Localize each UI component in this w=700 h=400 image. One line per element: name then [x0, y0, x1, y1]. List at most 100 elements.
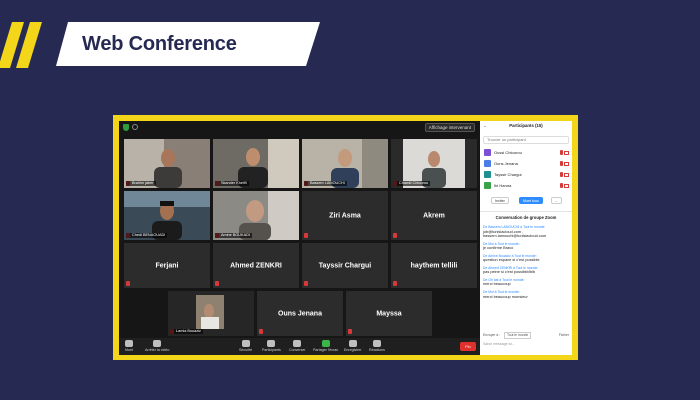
security-button[interactable]: Sécurité: [239, 340, 252, 352]
share-label: Partager l'écran: [313, 348, 339, 352]
participant-row-name: Ouns Jenana: [494, 161, 518, 166]
participant-row[interactable]: Tayssir Chargui: [483, 169, 569, 180]
participant-name: Ouns Jenana: [278, 310, 322, 317]
banner-title: Web Conference: [82, 33, 237, 55]
reaction-smiley-icon: [372, 340, 381, 347]
participant-name: Mayssa: [376, 310, 402, 317]
video-tile[interactable]: Lamia Bouaziz: [168, 291, 254, 336]
participant-name-label: Lamia Bouaziz: [170, 329, 203, 334]
chat-message: De Moi à Tout le monde: je confirme Brav…: [483, 242, 569, 251]
avatar: [484, 171, 491, 178]
recipient-select[interactable]: Tout le monde: [504, 332, 532, 339]
participant-row[interactable]: Ibi Hamra: [483, 180, 569, 191]
mic-muted-icon: [126, 281, 130, 286]
chat-label: Converser: [289, 348, 306, 352]
file-button[interactable]: Fichier: [559, 333, 569, 337]
participant-name-label: Chawki Chtourou: [393, 181, 431, 186]
camera-off-icon[interactable]: [564, 184, 569, 188]
participant-name-label: Amine BOUKADI: [215, 233, 252, 238]
name-tile[interactable]: haythem tellili: [391, 243, 477, 288]
chat-panel-title: Conversation de groupe Zoom: [495, 215, 557, 220]
stop-video-button[interactable]: Arrêter la vidéo: [145, 340, 169, 352]
participants-button[interactable]: Participants: [262, 340, 281, 352]
name-tile[interactable]: Ahmed ZENKRI: [213, 243, 299, 288]
chat-message: De Ahmed ZENKRI à Tout le monde: pas pei…: [483, 266, 569, 275]
more-button[interactable]: ...: [551, 197, 562, 204]
info-icon[interactable]: [132, 124, 138, 130]
participant-actions: Inviter Muet tous ...: [483, 197, 569, 205]
invite-button[interactable]: Inviter: [491, 197, 509, 204]
participant-list: Oussi Chtourou Ouns Jenana Tayssir Charg…: [483, 147, 569, 191]
mic-muted-icon[interactable]: [560, 183, 563, 188]
participant-row[interactable]: Ouns Jenana: [483, 158, 569, 169]
view-toggle-button[interactable]: Affichage intervenant: [424, 123, 475, 132]
chat-message-text: job@tunisiacloud.com , bassem.lamouchi@t…: [483, 228, 547, 239]
mic-muted-icon: [348, 329, 352, 334]
participant-name-label: Skander Khelifi: [215, 181, 249, 186]
camera-icon: [153, 340, 162, 347]
chat-button[interactable]: Converser: [289, 340, 306, 352]
security-label: Sécurité: [239, 348, 253, 352]
video-tile[interactable]: Amine BOUKADI: [213, 191, 299, 240]
participant-name: haythem tellili: [410, 262, 458, 269]
reactions-button[interactable]: Réactions: [369, 340, 385, 352]
mic-muted-icon: [259, 329, 263, 334]
share-screen-button[interactable]: Partager l'écran: [313, 340, 338, 352]
name-tile[interactable]: Ouns Jenana: [257, 291, 343, 336]
divider: [480, 211, 572, 212]
name-tile[interactable]: Ferjani: [124, 243, 210, 288]
mute-button[interactable]: Muet: [125, 340, 133, 352]
mic-muted-icon[interactable]: [560, 150, 563, 155]
chat-message-text: pas peine si c'est possibbl/ibib: [483, 269, 536, 275]
name-tile[interactable]: Tayssir Chargui: [302, 243, 388, 288]
mic-muted-icon[interactable]: [560, 161, 563, 166]
meeting-toolbar: Muet Arrêter la vidéo Sécurité Participa…: [119, 338, 480, 355]
mic-muted-icon[interactable]: [560, 172, 563, 177]
participant-name-label: Brahim jaber: [126, 181, 156, 186]
video-tile[interactable]: Brahim jaber: [124, 139, 210, 188]
participant-search-input[interactable]: Trouver un participant: [483, 136, 569, 144]
video-tile-active-speaker[interactable]: Bassem LAMOUCHI: [302, 139, 388, 188]
mic-muted-icon: [304, 233, 308, 238]
video-tile[interactable]: Chedi BENAOUADI: [124, 191, 210, 240]
mic-muted-icon: [393, 281, 397, 286]
participants-panel-title: Participants (15): [509, 123, 543, 128]
chat-icon: [293, 340, 302, 347]
record-button[interactable]: Enregistrer: [344, 340, 362, 352]
name-tile[interactable]: Ziri Asma: [302, 191, 388, 240]
avatar: [484, 149, 491, 156]
zoom-window: Affichage intervenant Brahim jaber Skand…: [119, 121, 572, 355]
name-tile[interactable]: Akrem: [391, 191, 477, 240]
record-icon: [348, 340, 357, 347]
participant-row-name: Ibi Hamra: [494, 183, 512, 188]
chat-message: De Oh bat à Tout le monde: merci beaucou…: [483, 278, 569, 287]
avatar: [484, 160, 491, 167]
camera-off-icon[interactable]: [564, 162, 569, 166]
participant-name: Ziri Asma: [329, 212, 361, 219]
participant-name: Ahmed ZENKRI: [230, 262, 282, 269]
camera-off-icon[interactable]: [564, 151, 569, 155]
end-meeting-button[interactable]: Fin: [460, 342, 476, 351]
record-label: Enregistrer: [344, 348, 362, 352]
participant-name: Tayssir Chargui: [318, 262, 372, 269]
send-to-label: Envoyer à :: [483, 333, 501, 337]
video-tile[interactable]: Chawki Chtourou: [391, 139, 477, 188]
name-tile[interactable]: Mayssa: [346, 291, 432, 336]
video-tile[interactable]: Skander Khelifi: [213, 139, 299, 188]
chat-message-input[interactable]: Saisir message ici...: [483, 342, 515, 346]
participant-row[interactable]: Oussi Chtourou: [483, 147, 569, 158]
security-shield-icon[interactable]: [123, 124, 129, 131]
chat-message-text: merci beaucoup monsieur: [483, 293, 528, 299]
chat-message: De Amine Bouaziz à Tout le monde: questi…: [483, 254, 569, 263]
reactions-label: Réactions: [369, 348, 385, 352]
shield-icon: [241, 340, 250, 347]
mute-all-button[interactable]: Muet tous: [519, 197, 543, 204]
chat-recipient-bar: Envoyer à : Tout le monde Fichier: [480, 332, 572, 340]
camera-off-icon[interactable]: [564, 173, 569, 177]
avatar: [484, 182, 491, 189]
mic-muted-icon: [304, 281, 308, 286]
participant-name: Akrem: [423, 212, 445, 219]
chat-message-text: merci beaucoup: [483, 281, 511, 287]
mic-muted-icon: [215, 281, 219, 286]
participant-name-label: Chedi BENAOUADI: [126, 233, 168, 238]
